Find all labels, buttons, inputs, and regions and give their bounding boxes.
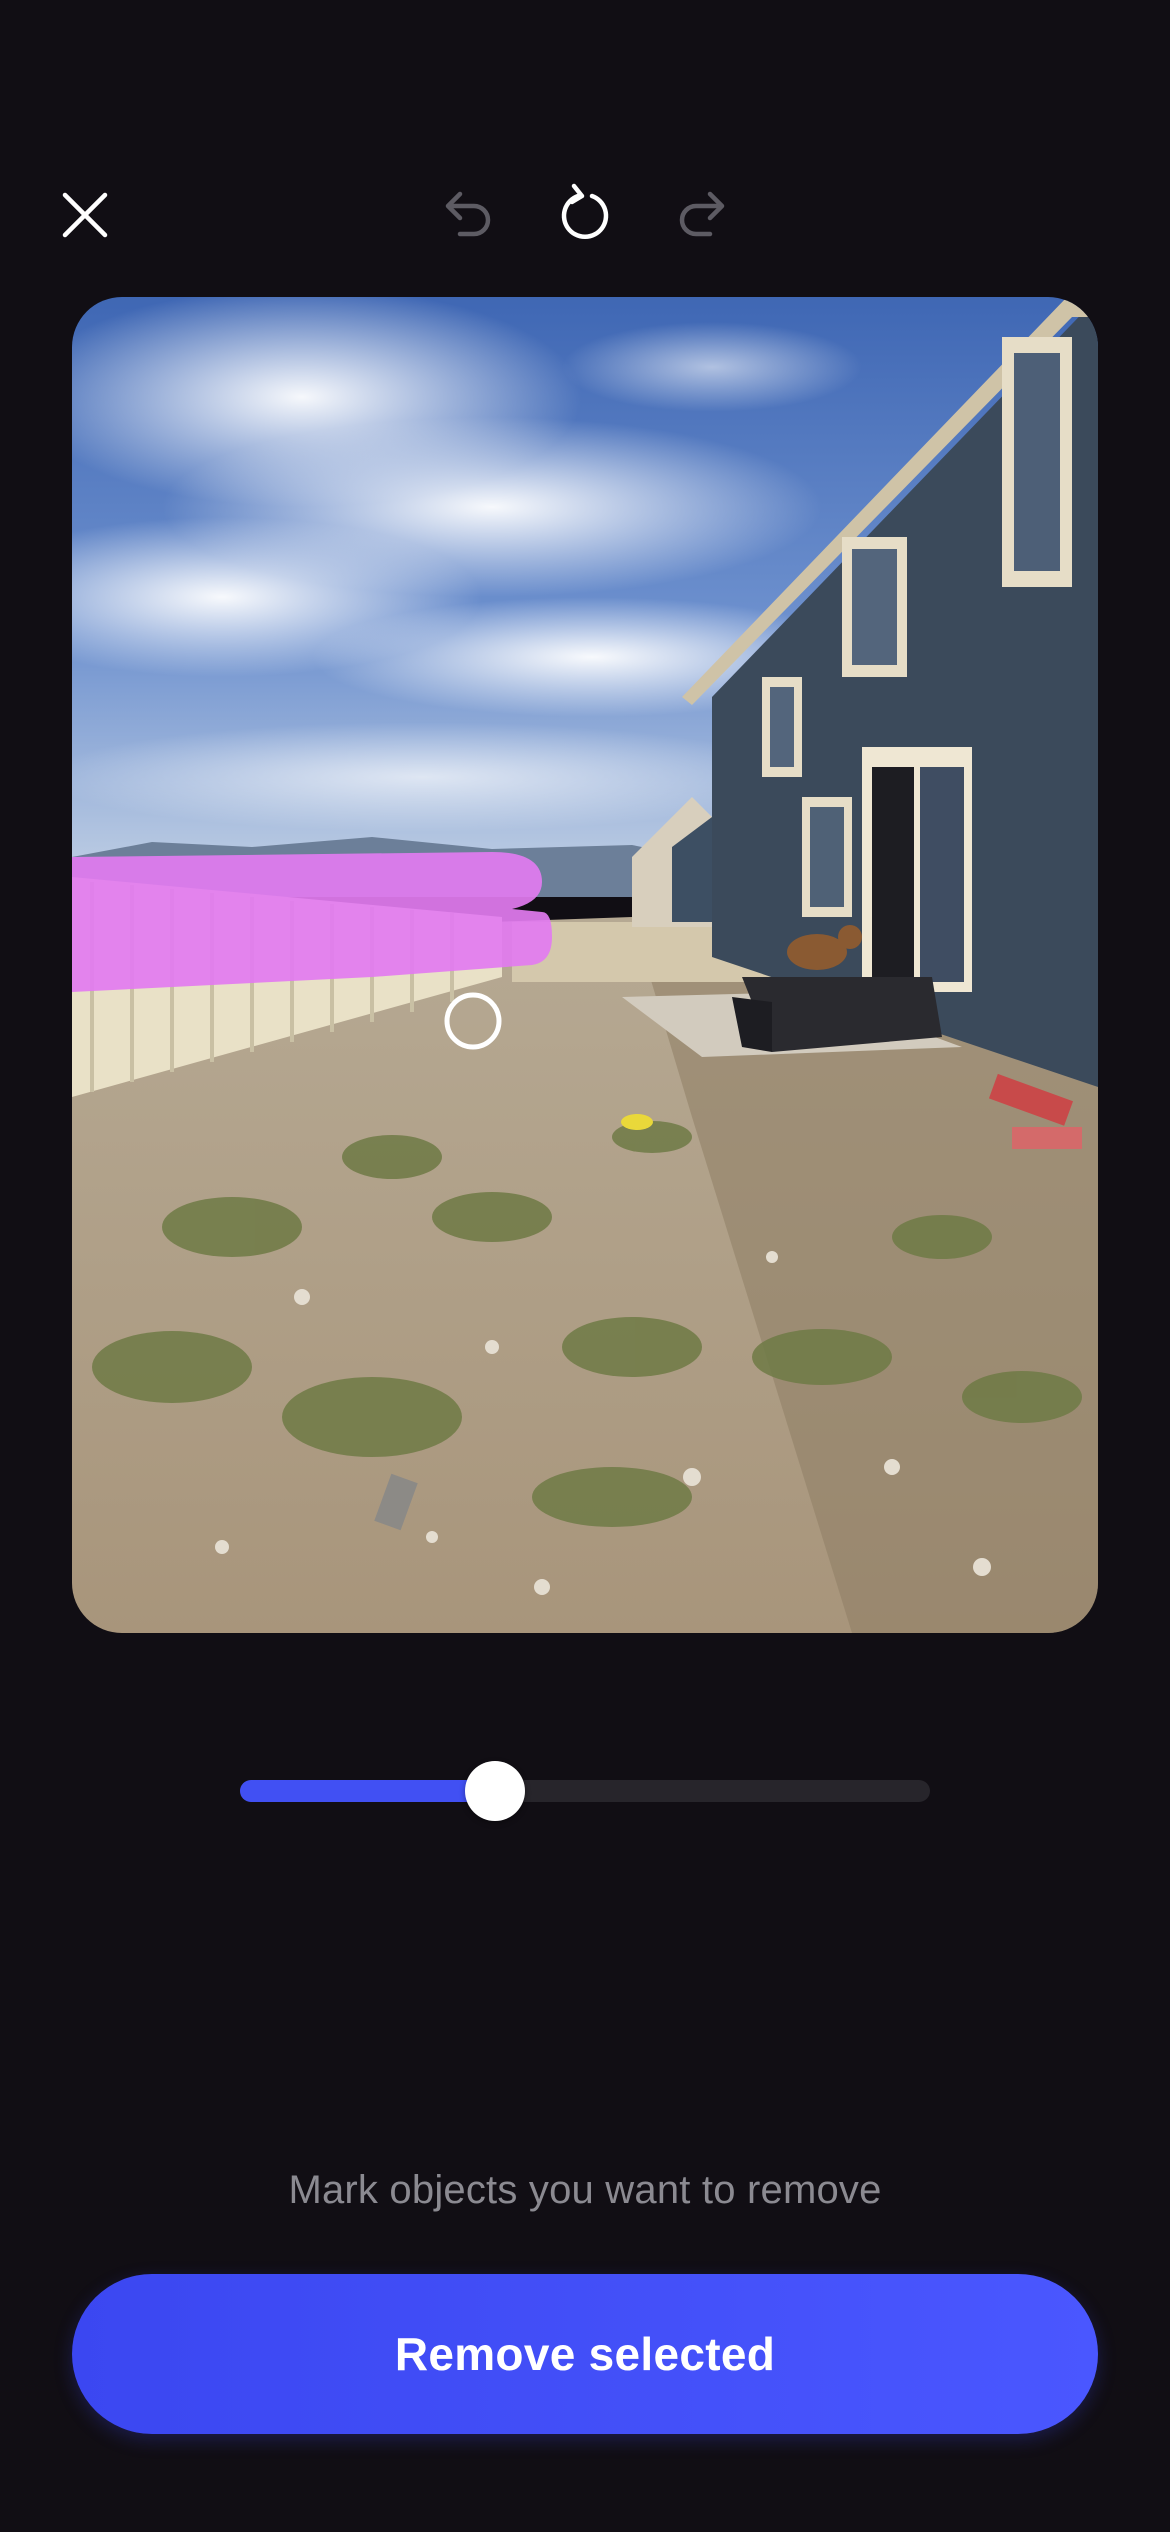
slider-thumb[interactable] [465,1761,525,1821]
brush-size-slider[interactable] [240,1761,930,1821]
object-removal-screen: Mark objects you want to remove Remove s… [0,0,1170,2532]
close-icon [62,192,108,238]
photo-backyard [72,297,1098,1633]
undo-button[interactable] [420,168,510,258]
remove-selected-button[interactable]: Remove selected [72,2274,1098,2434]
reset-button[interactable] [540,168,630,258]
undo-icon [445,191,491,237]
slider-fill [240,1780,495,1802]
redo-button[interactable] [660,168,750,258]
remove-selected-label: Remove selected [394,2328,776,2380]
redo-icon [679,191,725,237]
instruction-text: Mark objects you want to remove [288,2168,882,2212]
reset-icon [561,183,609,239]
photo-canvas[interactable] [72,297,1098,1633]
close-button[interactable] [40,170,130,260]
